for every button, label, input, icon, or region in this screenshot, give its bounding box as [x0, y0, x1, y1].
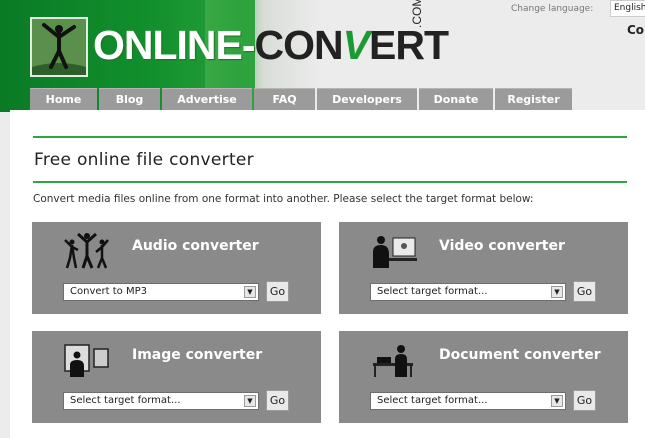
chevron-down-icon: ▼ — [551, 395, 563, 407]
nav-tab-developers[interactable]: Developers — [317, 88, 417, 110]
image-format-select[interactable]: Select target format... ▼ — [63, 392, 259, 410]
page-subtitle: Convert media files online from one form… — [33, 193, 534, 205]
title-rule-top — [33, 136, 627, 138]
image-gallery-icon — [62, 339, 112, 379]
video-converter-title: Video converter — [439, 238, 565, 254]
nav-tab-faq[interactable]: FAQ — [254, 88, 315, 110]
chevron-down-icon: ▼ — [244, 395, 256, 407]
image-go-button[interactable]: Go — [266, 390, 289, 411]
document-format-select[interactable]: Select target format... ▼ — [370, 392, 566, 410]
video-converter-panel: Video converter Select target format... … — [339, 222, 628, 314]
logo-wordmark[interactable]: ONLINE-CONVERT — [93, 21, 449, 69]
change-language-label: Change language: — [511, 4, 594, 14]
audio-converter-title: Audio converter — [132, 238, 259, 254]
audio-converter-panel: Audio converter Convert to MP3 ▼ Go — [32, 222, 321, 314]
nav-tab-register[interactable]: Register — [495, 88, 572, 110]
video-go-button[interactable]: Go — [573, 281, 596, 302]
nav-tab-advertise[interactable]: Advertise — [162, 88, 252, 110]
audio-dancers-icon — [62, 230, 112, 270]
document-converter-title: Document converter — [439, 347, 601, 363]
logo-person-icon[interactable] — [30, 17, 88, 77]
page-title: Free online file converter — [34, 150, 254, 170]
image-converter-title: Image converter — [132, 347, 263, 363]
chevron-down-icon: ▼ — [551, 286, 563, 298]
document-go-button[interactable]: Go — [573, 390, 596, 411]
nav-tab-home[interactable]: Home — [30, 88, 97, 110]
header-corner-text: Co — [627, 23, 645, 37]
language-select[interactable]: English — [610, 0, 645, 17]
audio-format-select[interactable]: Convert to MP3 ▼ — [63, 283, 259, 301]
video-viewer-icon — [369, 230, 419, 270]
nav-tab-blog[interactable]: Blog — [99, 88, 160, 110]
main-nav: Home Blog Advertise FAQ Developers Donat… — [30, 88, 572, 110]
title-rule-bottom — [33, 181, 627, 183]
audio-go-button[interactable]: Go — [266, 281, 289, 302]
nav-tab-donate[interactable]: Donate — [419, 88, 493, 110]
document-converter-panel: Document converter Select target format.… — [339, 331, 628, 423]
video-format-select[interactable]: Select target format... ▼ — [370, 283, 566, 301]
logo-com-suffix: .COM — [410, 0, 424, 28]
document-desk-icon — [369, 339, 419, 379]
chevron-down-icon: ▼ — [244, 286, 256, 298]
image-converter-panel: Image converter Select target format... … — [32, 331, 321, 423]
